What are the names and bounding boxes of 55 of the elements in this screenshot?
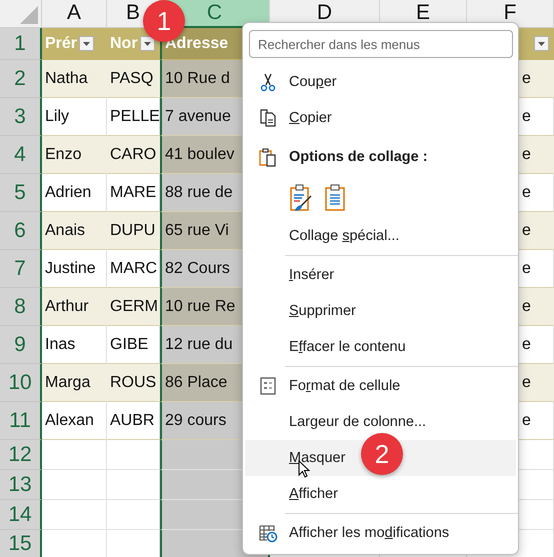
paste-values-icon[interactable] <box>323 184 347 212</box>
table-cell: Natha <box>42 60 107 98</box>
copy-icon <box>258 108 278 128</box>
table-cell: Adrien <box>42 174 107 212</box>
table-cell: AUBR <box>107 402 160 440</box>
scissors-icon <box>258 72 278 92</box>
row-header[interactable]: 9 <box>0 326 42 364</box>
row-header[interactable]: 15 <box>0 530 42 557</box>
table-cell <box>42 500 107 530</box>
filter-dropdown-button[interactable] <box>534 36 549 51</box>
table-cell: Anais <box>42 212 107 250</box>
table-history-icon <box>258 523 278 543</box>
row-header[interactable]: 3 <box>0 98 42 136</box>
table-cell: Prér <box>42 28 107 60</box>
row-header[interactable]: 1 <box>0 28 42 60</box>
row-header[interactable]: 4 <box>0 136 42 174</box>
table-cell: Lily <box>42 98 107 136</box>
table-cell: GIBE <box>107 326 160 364</box>
column-header[interactable]: A <box>42 0 107 28</box>
row-header[interactable]: 8 <box>0 288 42 326</box>
filter-dropdown-button[interactable] <box>140 36 155 51</box>
row-header[interactable]: 10 <box>0 364 42 402</box>
filter-dropdown-button[interactable] <box>79 36 94 51</box>
table-cell: MARC <box>107 250 160 288</box>
paste-formatting-icon[interactable] <box>289 184 313 212</box>
table-cell: ROUS <box>107 364 160 402</box>
table-cell: PELLE <box>107 98 160 136</box>
table-cell: Justine <box>42 250 107 288</box>
table-cell: Inas <box>42 326 107 364</box>
row-header[interactable]: 6 <box>0 212 42 250</box>
row-header[interactable]: 14 <box>0 500 42 530</box>
table-cell: MARE <box>107 174 160 212</box>
search-field[interactable]: Rechercher dans les menus <box>249 30 513 58</box>
row-header[interactable]: 12 <box>0 440 42 470</box>
table-cell: Marga <box>42 364 107 402</box>
table-cell: GERM <box>107 288 160 326</box>
table-cell: CARO <box>107 136 160 174</box>
table-cell: Enzo <box>42 136 107 174</box>
select-all-triangle-icon <box>18 4 38 24</box>
menu-section-heading: Options de collage : <box>289 149 428 165</box>
table-cell: PASQ <box>107 60 160 98</box>
clipboard-icon <box>258 147 278 167</box>
table-cell <box>42 440 107 470</box>
menu-item[interactable]: Afficher <box>245 476 516 512</box>
menu-item[interactable]: Afficher les modifications <box>245 515 516 551</box>
format-cells-icon <box>258 376 278 396</box>
table-cell <box>42 470 107 500</box>
table-cell: DUPU <box>107 212 160 250</box>
table-cell: Alexan <box>42 402 107 440</box>
row-header[interactable]: 13 <box>0 470 42 500</box>
table-cell: Arthur <box>42 288 107 326</box>
row-header[interactable]: 7 <box>0 250 42 288</box>
row-header[interactable]: 2 <box>0 60 42 98</box>
row-header[interactable]: 11 <box>0 402 42 440</box>
row-header[interactable]: 5 <box>0 174 42 212</box>
